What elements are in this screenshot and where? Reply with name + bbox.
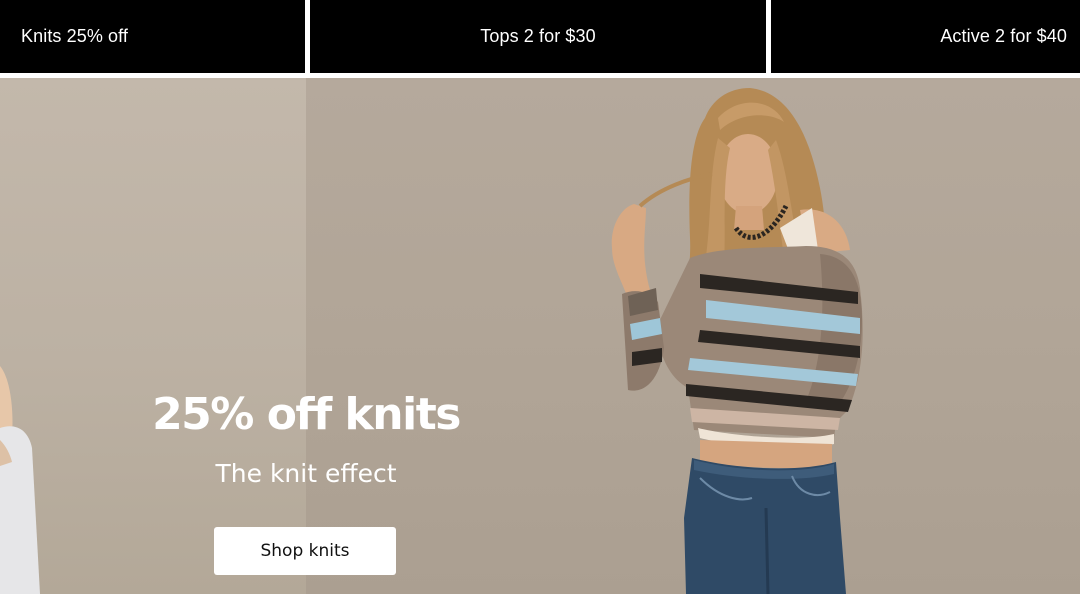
page: Knits 25% off Tops 2 for $30 Active 2 fo… [0,0,1080,594]
promo-tab-tops[interactable]: Tops 2 for $30 [310,0,766,73]
shop-knits-button[interactable]: Shop knits [214,527,396,575]
promo-tab-label: Knits 25% off [21,26,129,46]
hero-subheadline: The knit effect [215,459,397,488]
hero-banner[interactable]: 25% off knits The knit effect Shop knits [0,78,1080,594]
promo-tab-label: Active 2 for $40 [940,26,1067,46]
model-figure [611,88,863,594]
promo-tab-label: Tops 2 for $30 [480,26,596,46]
hero-headline: 25% off knits [152,389,461,440]
promo-tab-strip: Knits 25% off Tops 2 for $30 Active 2 fo… [0,0,1080,73]
hero-model-image [0,88,863,594]
promo-tab-active[interactable]: Active 2 for $40 [771,0,1080,73]
promo-tab-knits[interactable]: Knits 25% off [0,0,305,73]
